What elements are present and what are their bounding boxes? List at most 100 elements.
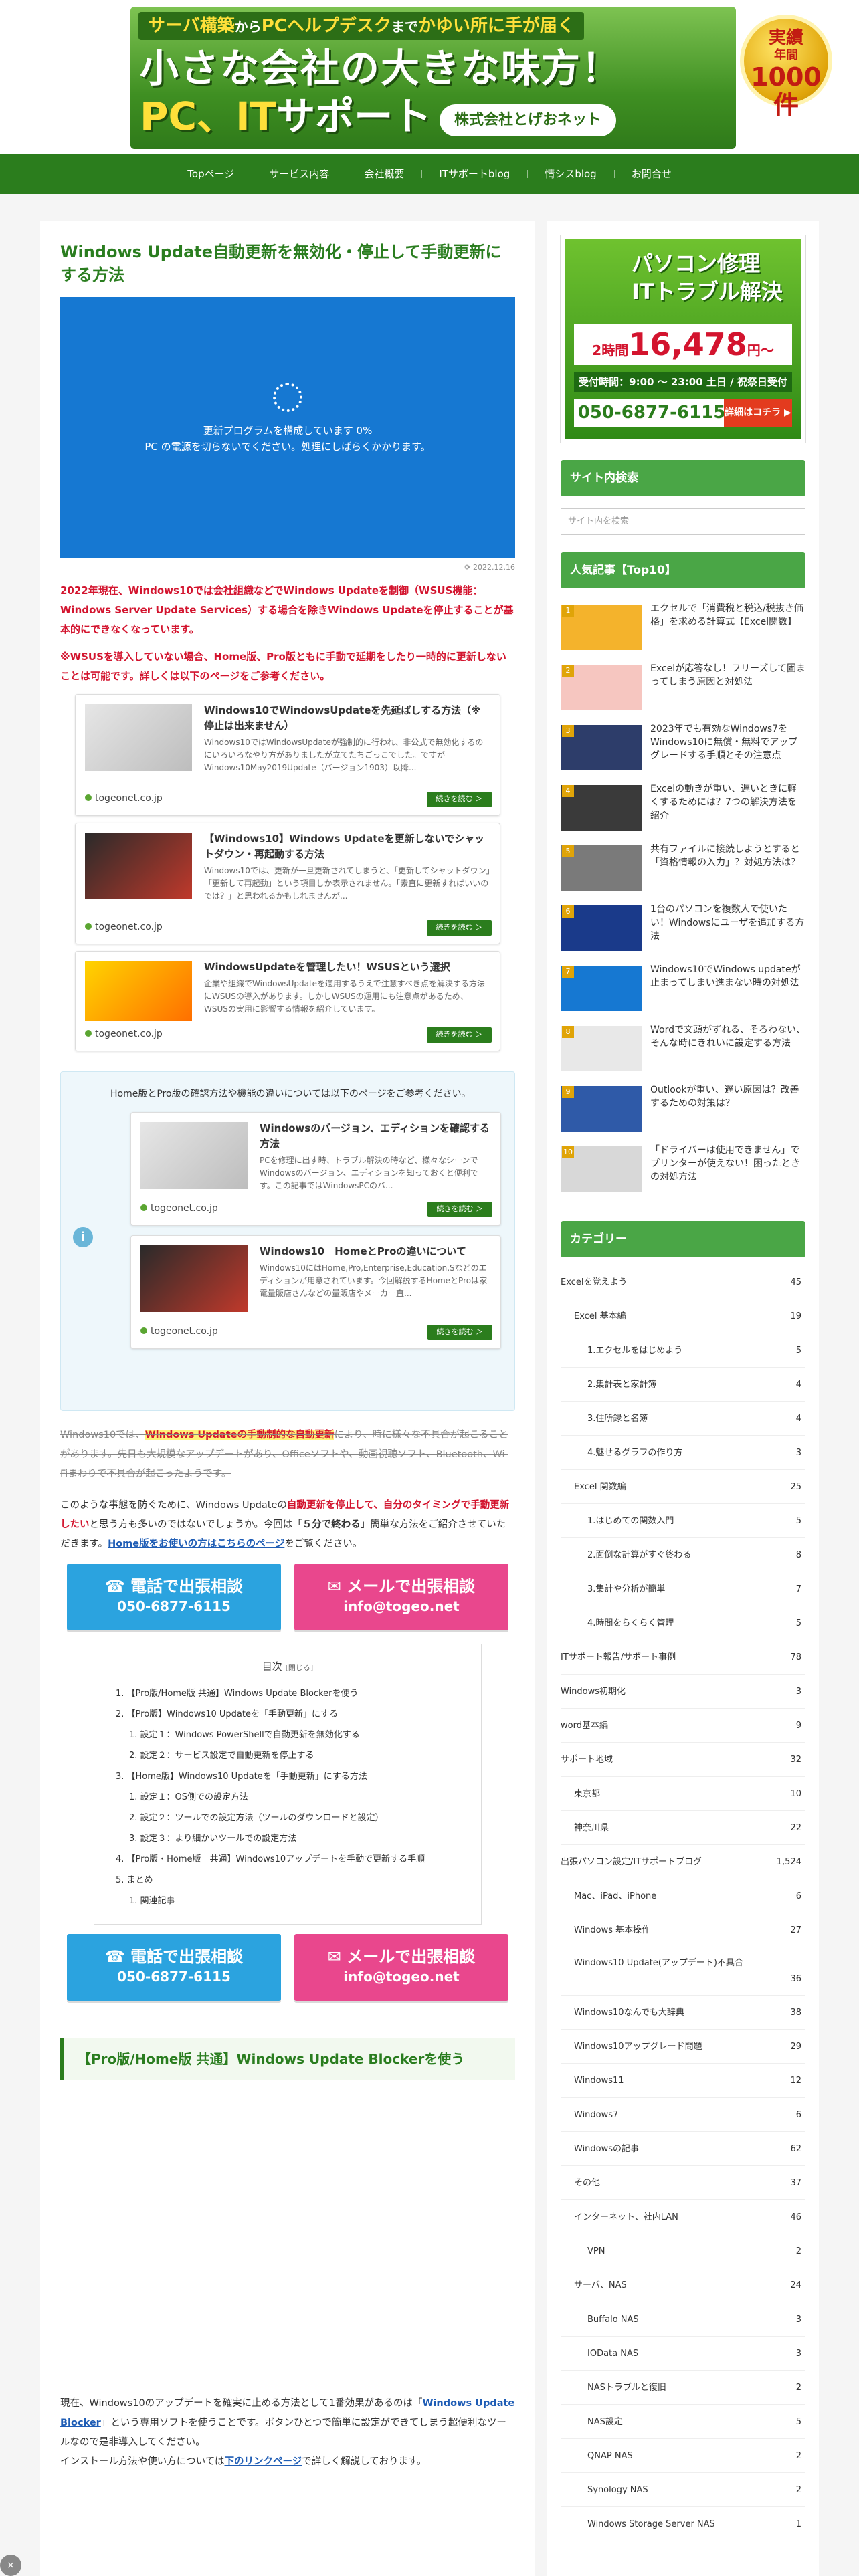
nav-services[interactable]: サービス内容: [252, 154, 347, 194]
category-item[interactable]: 東京都 10: [561, 1777, 805, 1811]
below-link[interactable]: 下のリンクページ: [224, 2456, 302, 2467]
category-item[interactable]: インターネット、社内LAN 46: [561, 2200, 805, 2234]
blogcard[interactable]: Windows10 HomeとProの違いについて Windows10にはHom…: [130, 1235, 501, 1349]
blogcard[interactable]: 【Windows10】Windows Updateを更新しないでシャットダウン・…: [75, 822, 500, 944]
close-icon[interactable]: ×: [0, 2555, 21, 2576]
category-item[interactable]: 2.面倒な計算がすぐ終わる 8: [561, 1538, 805, 1572]
popular-item[interactable]: 10 「ドライバーは使用できません」でプリンターが使えない！困ったときの対処方法: [561, 1144, 805, 1204]
read-more-button[interactable]: 続きを読む ＞: [427, 1202, 492, 1217]
category-item[interactable]: Buffalo NAS 3: [561, 2302, 805, 2337]
category-name: 1.はじめての関数入門: [587, 1516, 674, 1526]
category-item[interactable]: 3.住所録と名簿 4: [561, 1402, 805, 1436]
category-item[interactable]: VPN 2: [561, 2234, 805, 2268]
toc-item[interactable]: 1. 関連記事: [110, 1891, 465, 1911]
category-item[interactable]: Excel 関数編 25: [561, 1470, 805, 1504]
category-item[interactable]: NASトラブルと復旧 2: [561, 2371, 805, 2405]
popular-title: Windows10でWindows updateが止まってしまい進まない時の対処…: [650, 964, 801, 988]
category-item[interactable]: 1.エクセルをはじめよう 5: [561, 1333, 805, 1368]
search-input[interactable]: サイト内を検索: [561, 508, 805, 535]
category-item[interactable]: Windows初期化 3: [561, 1675, 805, 1709]
category-item[interactable]: その他 37: [561, 2166, 805, 2200]
phone-consult-button[interactable]: ☎ 電話で出張相談 050-6877-6115: [67, 1933, 281, 2001]
popular-item[interactable]: 3 2023年でも有効なWindows7をWindows10に無償・無料でアップグ…: [561, 722, 805, 782]
blogcard[interactable]: Windowsのバージョン、エディションを確認する方法 PCを修理に出す時、トラ…: [130, 1111, 501, 1226]
phone-consult-button[interactable]: ☎ 電話で出張相談 050-6877-6115: [67, 1563, 281, 1630]
toc-item[interactable]: 2. 設定２：サービス設定で自動更新を停止する: [110, 1745, 465, 1766]
popular-item[interactable]: 1 エクセルで「消費税と税込/税抜き価格」を求める計算式【Excel関数】: [561, 602, 805, 662]
category-item[interactable]: Excel 基本編 19: [561, 1299, 805, 1333]
category-item[interactable]: サーバ、NAS 24: [561, 2268, 805, 2302]
nav-contact[interactable]: お問合せ: [613, 154, 689, 194]
category-item[interactable]: Windows11 12: [561, 2064, 805, 2098]
toc-item[interactable]: 3. 設定３：より細かいツールでの設定方法: [110, 1828, 465, 1849]
popular-item[interactable]: 6 1台のパソコンを複数人で使いたい！Windowsにユーザを追加する方法: [561, 903, 805, 963]
toc-item[interactable]: 5. まとめ: [110, 1870, 465, 1891]
category-item[interactable]: 4.時間をらくらく管理 5: [561, 1606, 805, 1640]
popular-item[interactable]: 2 Excelが応答なし！フリーズして固まってしまう原因と対処法: [561, 662, 805, 722]
company-name: 株式会社とげおネット: [440, 104, 617, 136]
popular-item[interactable]: 7 Windows10でWindows updateが止まってしまい進まない時の対…: [561, 963, 805, 1023]
popular-list: 1 エクセルで「消費税と税込/税抜き価格」を求める計算式【Excel関数】 2 Exc…: [561, 602, 805, 1204]
read-more-button[interactable]: 続きを読む ＞: [426, 792, 492, 807]
blogcard[interactable]: Windows10でWindowsUpdateを先延ばしする方法（※停止は出来ま…: [75, 693, 500, 816]
category-item[interactable]: Windows10なんでも大辞典 38: [561, 1996, 805, 2030]
mail-consult-button[interactable]: ✉ メールで出張相談 info@togeo.net: [294, 1563, 508, 1630]
category-name: 神奈川県: [574, 1823, 609, 1833]
nav-top[interactable]: Topページ: [170, 154, 252, 194]
category-item[interactable]: Windowsの記事 62: [561, 2132, 805, 2166]
category-count: 46: [790, 2212, 801, 2222]
category-item[interactable]: 4.魅せるグラフの作り方 3: [561, 1436, 805, 1470]
category-item[interactable]: ITサポート報告/サポート事例 78: [561, 1640, 805, 1675]
home-edition-link[interactable]: Home版をお使いの方はこちらのページ: [108, 1539, 284, 1549]
header-banner[interactable]: サーバ構築からPCヘルプデスクまでかゆい所に手が届く 小さな会社の大きな味方！ …: [130, 7, 736, 149]
category-count: 5: [795, 1346, 801, 1356]
category-item[interactable]: word基本編 9: [561, 1709, 805, 1743]
category-item[interactable]: サポート地域 32: [561, 1743, 805, 1777]
popular-title: Excelが応答なし！フリーズして固まってしまう原因と対処法: [650, 663, 805, 687]
category-item[interactable]: Excelを覚えよう 45: [561, 1265, 805, 1299]
category-count: 12: [790, 2076, 801, 2086]
ad-detail-button[interactable]: 詳細はコチラ ▶: [724, 399, 792, 427]
blogcard[interactable]: WindowsUpdateを管理したい！WSUSという選択 企業や組織でWind…: [75, 950, 500, 1051]
mail-consult-button[interactable]: ✉ メールで出張相談 info@togeo.net: [294, 1933, 508, 2001]
search-widget-title: サイト内検索: [561, 460, 805, 496]
category-item[interactable]: Windows Storage Server NAS 1: [561, 2507, 805, 2541]
category-name: 3.住所録と名簿: [587, 1414, 648, 1424]
category-item[interactable]: Windows10アップグレード問題 29: [561, 2030, 805, 2064]
toc-item[interactable]: 4. 【Pro版・Home版 共通】Windows10アップデートを手動で更新す…: [110, 1849, 465, 1870]
toc-item[interactable]: 1. 【Pro版/Home版 共通】Windows Update Blocker…: [110, 1683, 465, 1704]
category-item[interactable]: 1.はじめての関数入門 5: [561, 1504, 805, 1538]
rank-badge: 3: [562, 725, 574, 737]
category-count: 22: [790, 1823, 801, 1833]
category-item[interactable]: Mac、iPad、iPhone 6: [561, 1879, 805, 1913]
category-item[interactable]: 出張パソコン設定/ITサポートブログ 1,524: [561, 1845, 805, 1879]
popular-item[interactable]: 8 Wordで文頭がずれる、そろわない、そんな時にきれいに設定する方法: [561, 1023, 805, 1083]
rank-badge: 4: [562, 785, 574, 797]
popular-item[interactable]: 9 Outlookが重い、遅い原因は？改善するための対策は？: [561, 1083, 805, 1144]
category-item[interactable]: QNAP NAS 2: [561, 2439, 805, 2473]
category-item[interactable]: Synology NAS 2: [561, 2473, 805, 2507]
category-item[interactable]: IOData NAS 3: [561, 2337, 805, 2371]
category-item[interactable]: Windows 基本操作 27: [561, 1913, 805, 1947]
toc-item[interactable]: 1. 設定１：OS側での設定方法: [110, 1787, 465, 1808]
nav-it-blog[interactable]: ITサポートblog: [421, 154, 527, 194]
read-more-button[interactable]: 続きを読む ＞: [427, 1325, 492, 1340]
toc-toggle[interactable]: [閉じる]: [286, 1663, 314, 1672]
category-item[interactable]: Windows7 6: [561, 2098, 805, 2132]
toc-item[interactable]: 2. 【Pro版】Windows10 Updateを「手動更新」にする: [110, 1704, 465, 1725]
toc-item[interactable]: 3. 【Home版】Windows10 Updateを「手動更新」にする方法: [110, 1766, 465, 1787]
category-item[interactable]: NAS設定 5: [561, 2405, 805, 2439]
nav-company[interactable]: 会社概要: [347, 154, 421, 194]
category-item[interactable]: 神奈川県 22: [561, 1811, 805, 1845]
toc-item[interactable]: 2. 設定２：ツールでの設定方法（ツールのダウンロードと設定）: [110, 1808, 465, 1828]
read-more-button[interactable]: 続きを読む ＞: [426, 1027, 492, 1043]
toc-item[interactable]: 1. 設定１：Windows PowerShellで自動更新を無効化する: [110, 1725, 465, 1745]
nav-jousys-blog[interactable]: 情シスblog: [527, 154, 613, 194]
popular-item[interactable]: 4 Excelの動きが重い、遅いときに軽くするためには？7つの解決方法を紹介: [561, 782, 805, 843]
category-item[interactable]: 2.集計表と家計簿 4: [561, 1368, 805, 1402]
repair-ad-banner[interactable]: パソコン修理 ITトラブル解決 2時間16,478円〜 受付時間：9:00 〜 …: [560, 235, 806, 443]
category-item[interactable]: 3.集計や分析が簡単 7: [561, 1572, 805, 1606]
category-item[interactable]: Windows10 Update(アップデート)不具合 36: [561, 1947, 805, 1996]
read-more-button[interactable]: 続きを読む ＞: [426, 920, 492, 936]
popular-item[interactable]: 5 共有ファイルに接続しようとすると「資格情報の入力」？対処方法は？: [561, 843, 805, 903]
